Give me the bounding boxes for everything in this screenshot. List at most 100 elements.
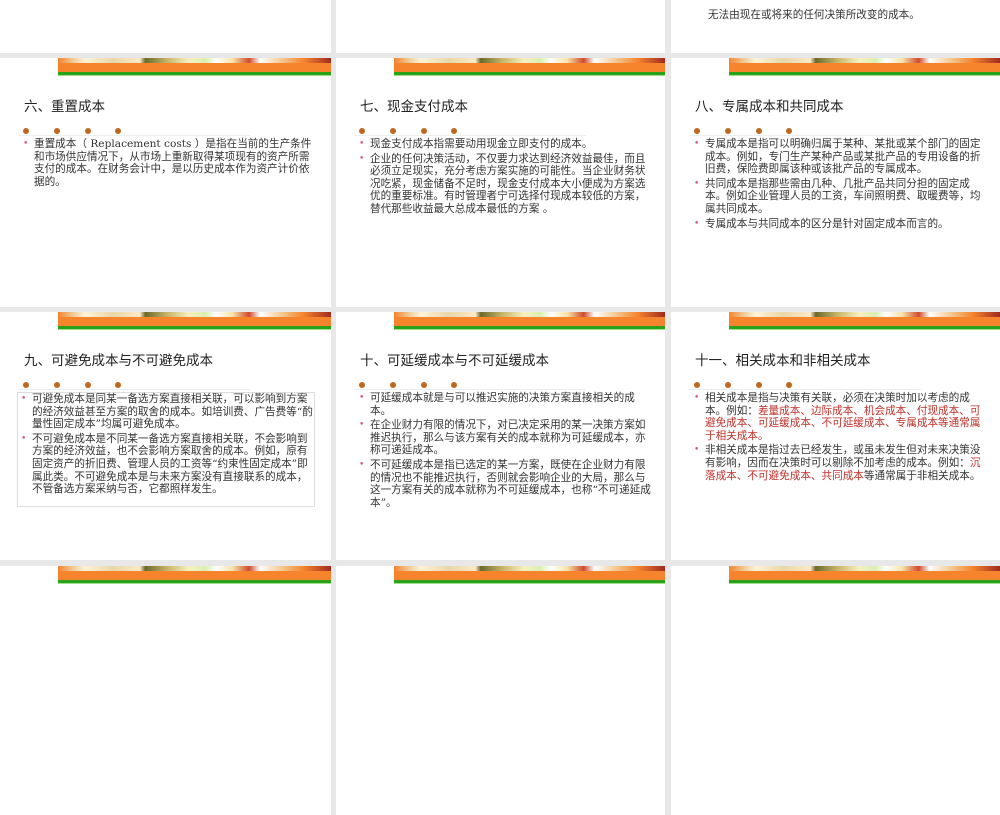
banner-green-line bbox=[394, 580, 665, 584]
bullet-item: • 相关成本是指与决策有关联，必须在决策时加以考虑的成本。例如：差量成本、边际成本… bbox=[691, 392, 991, 442]
dot-icon bbox=[390, 128, 396, 134]
dot-icon bbox=[390, 382, 396, 388]
slide-thumbnail[interactable]: 八、专属成本和共同成本 • 专属成本是指可以明确归属于某种、某批或某个部门的固定成本… bbox=[671, 58, 1000, 307]
slide-header-banner bbox=[58, 566, 331, 584]
dot-icon bbox=[725, 128, 731, 134]
dot-icon bbox=[421, 382, 427, 388]
slide-header-banner bbox=[394, 566, 665, 584]
slide-header-banner bbox=[58, 312, 331, 330]
bullet-item: • 可延缓成本就是与可以推迟实施的决策方案直接相关的成本。 bbox=[356, 392, 656, 417]
banner-green-line bbox=[729, 580, 1000, 584]
dot-icon bbox=[451, 128, 457, 134]
slide-thumbnail[interactable]: 九、可避免成本与不可避免成本 • 可避免成本是同某一备选方案直接相关联，可以影响到方… bbox=[0, 312, 331, 560]
dot-icon bbox=[694, 382, 700, 388]
dot-icon bbox=[359, 382, 365, 388]
slide-body: • 可延缓成本就是与可以推迟实施的决策方案直接相关的成本。 • 在企业财力有限的情况下… bbox=[356, 392, 656, 511]
bullet-icon: • bbox=[359, 393, 365, 403]
slide-body: • 相关成本是指与决策有关联，必须在决策时加以考虑的成本。例如：差量成本、边际成本… bbox=[691, 392, 991, 484]
banner-photo-strip bbox=[729, 566, 1000, 571]
bullet-text: 在企业财力有限的情况下，对已决定采用的某一决策方案如推迟执行，那么与该方案有关的… bbox=[370, 419, 646, 457]
slide-thumbnail[interactable]: 十一、相关成本和非相关成本 • 相关成本是指与决策有关联，必须在决策时加以考虑的成本… bbox=[671, 312, 1000, 560]
bullet-text: 可延缓成本就是与可以推迟实施的决策方案直接相关的成本。 bbox=[370, 392, 635, 417]
banner-green-line bbox=[58, 580, 331, 584]
bullet-icon: • bbox=[359, 139, 365, 149]
bullet-icon: • bbox=[694, 178, 700, 189]
bullet-icon: • bbox=[359, 459, 365, 470]
slide-thumbnail[interactable] bbox=[671, 566, 1000, 815]
bullet-item: • 重置成本（ Replacement costs ）是指在当前的生产条件和市场供… bbox=[20, 138, 320, 188]
slide-body: • 现金支付成本指需要动用现金立即支付的成本。 • 企业的任何决策活动，不仅要力求达到… bbox=[356, 138, 656, 218]
dot-icon bbox=[23, 128, 29, 134]
bullet-icon: • bbox=[694, 139, 700, 149]
slide-thumbnail[interactable] bbox=[336, 0, 665, 53]
slide-header-banner bbox=[58, 58, 331, 76]
banner-green-line bbox=[394, 72, 665, 76]
bullet-icon: • bbox=[694, 393, 700, 403]
slide-body: • 重置成本（ Replacement costs ）是指在当前的生产条件和市场供… bbox=[20, 138, 320, 190]
bullet-text: 不可延缓成本是指已选定的某一方案，既使在企业财力有限的情况也不能推迟执行，否则就… bbox=[370, 458, 651, 509]
slide-thumbnail[interactable] bbox=[336, 566, 665, 815]
bullet-text: 不可避免成本是不同某一备选方案直接相关联，不会影响到方案的经济效益，也不会影响方… bbox=[32, 432, 308, 496]
bullet-icon: • bbox=[21, 394, 27, 404]
bullet-icon: • bbox=[694, 218, 700, 229]
slide-title: 六、重置成本 bbox=[24, 99, 105, 115]
bullet-text: 非相关成本是指过去已经发生，或虽未发生但对未来决策没有影响，因而在决策时可以剔除… bbox=[705, 444, 981, 469]
bullet-item: • 不可延缓成本是指已选定的某一方案，既使在企业财力有限的情况也不能推迟执行，否则… bbox=[356, 459, 656, 509]
slide-partial-text: 无法由现在或将来的任何决策所改变的成本。 bbox=[708, 9, 920, 21]
slide-header-banner bbox=[729, 566, 1000, 584]
bullet-icon: • bbox=[21, 433, 27, 444]
slide-thumbnail[interactable]: 无法由现在或将来的任何决策所改变的成本。 bbox=[671, 0, 1000, 53]
dot-icon bbox=[23, 382, 29, 388]
bullet-icon: • bbox=[359, 153, 365, 164]
slide-title: 十、可延缓成本与不可延缓成本 bbox=[360, 353, 549, 369]
bullet-item: • 专属成本是指可以明确归属于某种、某批或某个部门的固定成本。例如，专门生产某种产… bbox=[691, 138, 991, 176]
slide-header-banner bbox=[394, 312, 665, 330]
dot-icon bbox=[421, 128, 427, 134]
banner-green-line bbox=[729, 326, 1000, 330]
banner-photo-strip bbox=[58, 312, 331, 317]
decorative-dots bbox=[18, 127, 250, 136]
dot-icon bbox=[694, 128, 700, 134]
slide-thumbnail[interactable] bbox=[0, 0, 331, 53]
bullet-item: • 共同成本是指那些需由几种、几批产品共同分担的固定成本。例如企业管理人员的工资，… bbox=[691, 178, 991, 216]
dot-icon bbox=[54, 382, 60, 388]
dot-icon bbox=[756, 382, 762, 388]
bullet-item: • 企业的任何决策活动，不仅要力求达到经济效益最佳，而且必须立足现实，充分考虑方案… bbox=[356, 153, 656, 216]
dot-icon bbox=[54, 128, 60, 134]
bullet-text: 现金支付成本指需要动用现金立即支付的成本。 bbox=[370, 138, 593, 150]
dot-icon bbox=[756, 128, 762, 134]
slide-thumbnail[interactable]: 七、现金支付成本 • 现金支付成本指需要动用现金立即支付的成本。 • 企业的任何决策活动… bbox=[336, 58, 665, 307]
banner-green-line bbox=[729, 72, 1000, 76]
decorative-dots bbox=[18, 381, 250, 390]
banner-photo-strip bbox=[394, 566, 665, 571]
bullet-icon: • bbox=[694, 445, 700, 456]
bullet-item: • 现金支付成本指需要动用现金立即支付的成本。 bbox=[356, 138, 656, 151]
bullet-text: 可避免成本是同某一备选方案直接相关联，可以影响到方案的经济效益甚至方案的取舍的成… bbox=[32, 393, 313, 431]
slide-title: 八、专属成本和共同成本 bbox=[695, 99, 844, 115]
slide-title: 十一、相关成本和非相关成本 bbox=[695, 353, 871, 369]
banner-green-line bbox=[394, 326, 665, 330]
bullet-text: 专属成本与共同成本的区分是针对固定成本而言的。 bbox=[705, 217, 949, 230]
slide-thumbnail[interactable]: 六、重置成本 • 重置成本（ Replacement costs ）是指在当前的生产… bbox=[0, 58, 331, 307]
slide-thumbnail[interactable] bbox=[0, 566, 331, 815]
bullet-text: 企业的任何决策活动，不仅要力求达到经济效益最佳，而且必须立足现实，充分考虑方案实… bbox=[370, 152, 646, 215]
bullet-text: 专属成本是指可以明确归属于某种、某批或某个部门的固定成本。例如，专门生产某种产品… bbox=[705, 138, 981, 176]
banner-photo-strip bbox=[58, 58, 331, 63]
bullet-item: • 不可避免成本是不同某一备选方案直接相关联，不会影响到方案的经济效益，也不会影响… bbox=[18, 433, 314, 496]
dot-icon bbox=[359, 128, 365, 134]
bullet-item: • 非相关成本是指过去已经发生，或虽未发生但对未来决策没有影响，因而在决策时可以剔… bbox=[691, 444, 991, 482]
bullet-icon: • bbox=[23, 139, 29, 149]
slide-body: • 专属成本是指可以明确归属于某种、某批或某个部门的固定成本。例如，专门生产某种产… bbox=[691, 138, 991, 232]
bullet-item: • 在企业财力有限的情况下，对已决定采用的某一决策方案如推迟执行，那么与该方案有关… bbox=[356, 419, 656, 457]
bullet-text: 共同成本是指那些需由几种、几批产品共同分担的固定成本。例如企业管理人员的工资，车… bbox=[705, 177, 981, 215]
decorative-dots bbox=[354, 127, 586, 136]
slide-header-banner bbox=[729, 312, 1000, 330]
slide-thumbnail[interactable]: 十、可延缓成本与不可延缓成本 • 可延缓成本就是与可以推迟实施的决策方案直接相关的成… bbox=[336, 312, 665, 560]
slide-body: • 可避免成本是同某一备选方案直接相关联，可以影响到方案的经济效益甚至方案的取舍的… bbox=[17, 392, 315, 507]
banner-photo-strip bbox=[394, 312, 665, 317]
bullet-text: 重置成本（ Replacement costs ）是指在当前的生产条件和市场供应… bbox=[34, 138, 312, 188]
slide-header-banner bbox=[394, 58, 665, 76]
decorative-dots bbox=[354, 381, 586, 390]
bullet-item: • 可避免成本是同某一备选方案直接相关联，可以影响到方案的经济效益甚至方案的取舍的… bbox=[18, 393, 314, 431]
banner-photo-strip bbox=[729, 312, 1000, 317]
